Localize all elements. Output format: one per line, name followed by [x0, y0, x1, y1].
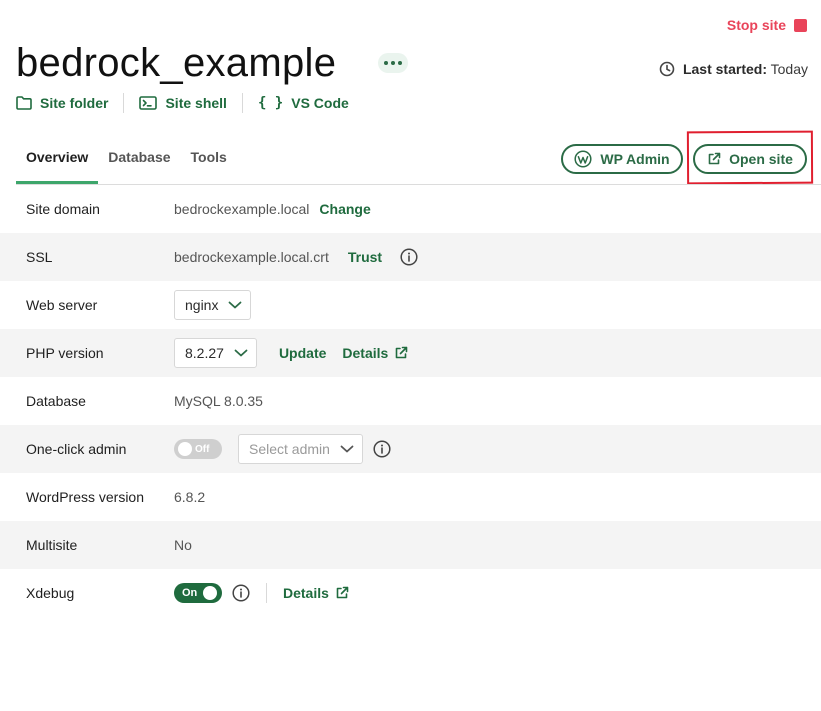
- row-label: WordPress version: [26, 489, 145, 505]
- open-site-label: Open site: [729, 151, 793, 167]
- quick-links: Site folder Site shell { } VS Code: [16, 93, 349, 113]
- clock-icon: [659, 61, 675, 77]
- dot-icon: [398, 61, 402, 65]
- site-folder-label: Site folder: [40, 95, 109, 111]
- row-wordpress-version: WordPress version 6.8.2: [0, 473, 821, 521]
- site-folder-link[interactable]: Site folder: [16, 95, 108, 111]
- xdebug-toggle[interactable]: On: [174, 583, 222, 603]
- overview-table: Site domain bedrockexample.local Change …: [0, 185, 821, 617]
- row-xdebug: Xdebug On Details: [0, 569, 821, 617]
- site-domain-value: bedrockexample.local: [174, 201, 310, 217]
- row-label: Web server: [26, 297, 98, 313]
- info-icon[interactable]: [400, 248, 418, 266]
- terminal-icon: [139, 96, 158, 110]
- multisite-value: No: [174, 537, 192, 553]
- chevron-down-icon: [340, 445, 354, 453]
- vs-code-link[interactable]: { } VS Code: [258, 95, 349, 111]
- code-braces-icon: { }: [257, 95, 284, 111]
- row-label: Xdebug: [26, 585, 75, 601]
- change-domain-link[interactable]: Change: [319, 201, 370, 217]
- wp-admin-label: WP Admin: [600, 151, 670, 167]
- tab-database[interactable]: Database: [98, 133, 180, 185]
- tab-bar: Overview Database Tools: [16, 133, 237, 185]
- one-click-admin-toggle[interactable]: Off: [174, 439, 222, 459]
- update-php-link[interactable]: Update: [279, 345, 326, 361]
- info-icon[interactable]: [373, 440, 391, 458]
- last-started: Last started: Today: [659, 61, 808, 77]
- divider: [241, 93, 243, 113]
- row-php-version: PHP version 8.2.27 Update Details: [0, 329, 821, 377]
- tab-tools[interactable]: Tools: [181, 133, 237, 185]
- row-web-server: Web server nginx: [0, 281, 821, 329]
- row-label: Site domain: [26, 201, 100, 217]
- external-link-icon: [394, 346, 408, 360]
- select-admin-dropdown[interactable]: Select admin: [238, 434, 363, 464]
- info-icon[interactable]: [232, 584, 250, 602]
- php-details-label: Details: [342, 345, 389, 361]
- dot-icon: [384, 61, 388, 65]
- row-site-domain: Site domain bedrockexample.local Change: [0, 185, 821, 233]
- tab-overview[interactable]: Overview: [16, 133, 99, 185]
- toggle-label: On: [182, 587, 198, 599]
- wordpress-icon: [574, 150, 592, 168]
- ssl-cert-value: bedrockexample.local.crt: [174, 249, 329, 265]
- toggle-knob: [178, 442, 192, 456]
- toggle-knob: [203, 586, 217, 600]
- row-multisite: Multisite No: [0, 521, 821, 569]
- external-link-icon: [707, 152, 721, 166]
- wordpress-version-value: 6.8.2: [174, 489, 206, 505]
- web-server-selected: nginx: [185, 297, 219, 313]
- web-server-select[interactable]: nginx: [174, 290, 252, 320]
- row-database: Database MySQL 8.0.35: [0, 377, 821, 425]
- select-admin-placeholder: Select admin: [249, 441, 330, 457]
- xdebug-details-label: Details: [283, 585, 329, 601]
- php-details-link[interactable]: Details: [342, 345, 408, 361]
- folder-icon: [16, 96, 32, 110]
- site-shell-link[interactable]: Site shell: [139, 95, 227, 111]
- row-label: Database: [26, 393, 86, 409]
- row-label: PHP version: [26, 345, 104, 361]
- chevron-down-icon: [228, 301, 242, 309]
- row-label: Multisite: [26, 537, 78, 553]
- php-version-select[interactable]: 8.2.27: [174, 338, 257, 368]
- row-one-click-admin: One-click admin Off Select admin: [0, 425, 821, 473]
- last-started-value: Today: [770, 61, 808, 77]
- wp-admin-button[interactable]: WP Admin: [561, 144, 683, 174]
- stop-site-label: Stop site: [726, 17, 786, 33]
- vs-code-label: VS Code: [291, 95, 349, 111]
- site-shell-label: Site shell: [165, 95, 227, 111]
- row-label: SSL: [26, 249, 53, 265]
- stop-icon: [794, 18, 807, 32]
- divider: [123, 93, 125, 113]
- toggle-label: Off: [195, 443, 210, 455]
- site-title: bedrock_example: [16, 41, 337, 85]
- row-label: One-click admin: [26, 441, 127, 457]
- stop-site-button[interactable]: Stop site: [727, 17, 807, 33]
- chevron-down-icon: [234, 349, 248, 357]
- more-options-button[interactable]: [378, 53, 408, 73]
- open-site-button[interactable]: Open site: [693, 144, 807, 174]
- xdebug-details-link[interactable]: Details: [283, 585, 349, 601]
- dot-icon: [391, 61, 395, 65]
- divider: [266, 583, 267, 603]
- external-link-icon: [335, 586, 349, 600]
- last-started-label: Last started:: [682, 61, 767, 77]
- php-version-selected: 8.2.27: [185, 345, 224, 361]
- row-ssl: SSL bedrockexample.local.crt Trust: [0, 233, 821, 281]
- database-value: MySQL 8.0.35: [174, 393, 263, 409]
- trust-link[interactable]: Trust: [348, 249, 382, 265]
